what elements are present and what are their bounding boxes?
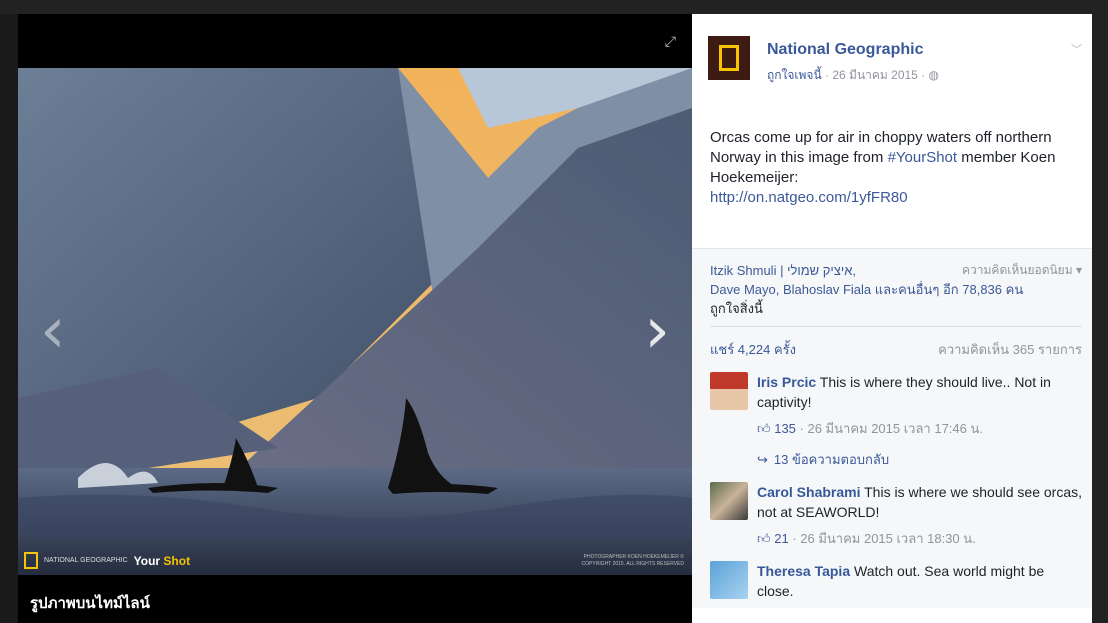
comment-author[interactable]: Carol Shabrami [757, 484, 860, 500]
comment-author[interactable]: Theresa Tapia [757, 563, 850, 579]
comment-text: Carol Shabrami This is where we should s… [757, 482, 1082, 522]
liker-names-first[interactable]: Itzik Shmuli | איציק שמולי, [710, 261, 856, 280]
like-this-label: ถูกใจสิ่งนี้ [710, 301, 763, 316]
divider [710, 326, 1082, 327]
comment-text: Theresa Tapia Watch out. Sea world might… [757, 561, 1082, 601]
hashtag-link[interactable]: #YourShot [888, 149, 958, 166]
reply-arrow-icon: ↪ [757, 452, 768, 467]
post-body: Orcas come up for air in choppy waters o… [692, 86, 1092, 248]
post-date[interactable]: · 26 มีนาคม 2015 · [825, 68, 925, 82]
photo-illustration [18, 68, 692, 588]
chevron-left-icon[interactable]: ‹ [40, 299, 66, 363]
comment-time[interactable]: · 26 มีนาคม 2015 เวลา 17:46 น. [800, 421, 983, 436]
chevron-down-icon[interactable]: ﹀ [1071, 41, 1082, 57]
share-count[interactable]: แชร์ 4,224 ครั้ง [710, 339, 796, 360]
orca-photo [18, 68, 692, 588]
likers-row: Itzik Shmuli | איציק שמולי, ความคิดเห็นย… [710, 261, 1082, 280]
comment-meta: 👍︎ 135 · 26 มีนาคม 2015 เวลา 17:46 น. [757, 418, 1082, 439]
comment-text: Iris Prcic This is where they should liv… [757, 372, 1082, 412]
photo-copyright: PHOTOGRAPHER KOEN HOEKEMEIJER © COPYRIGH… [581, 554, 684, 567]
post-header: National Geographic ถูกใจเพจนี้ · 26 มีน… [692, 14, 1092, 86]
thumbs-up-icon[interactable]: 👍︎ [757, 531, 771, 546]
caption-bar: รูปภาพบนไทม์ไลน์ [18, 575, 692, 623]
chevron-right-icon[interactable]: › [644, 299, 670, 363]
comment-like-count[interactable]: 21 [774, 531, 788, 546]
post-url-link[interactable]: http://on.natgeo.com/1yfFR80 [710, 189, 908, 206]
avatar[interactable] [710, 372, 748, 410]
natgeo-mini-logo-icon [24, 552, 38, 569]
likers-more: Dave Mayo, Blahoslav Fiala และคนอื่นๆ อี… [710, 280, 1082, 318]
reactions-section: Itzik Shmuli | איציק שמולי, ความคิดเห็นย… [692, 248, 1092, 608]
liker-names-rest[interactable]: Dave Mayo, Blahoslav Fiala [710, 282, 871, 297]
watermark-shot: Shot [163, 553, 191, 568]
photo-caption: รูปภาพบนไทม์ไลน์ [30, 595, 150, 612]
comment-time[interactable]: · 26 มีนาคม 2015 เวลา 18:30 น. [792, 531, 975, 546]
post-panel: National Geographic ถูกใจเพจนี้ · 26 มีน… [692, 14, 1092, 623]
natgeo-logo-icon [719, 45, 739, 71]
photo-viewer: ⤢ ‹ › NATIONAL GEOGRAPHIC Your Shot PHOT… [18, 14, 692, 623]
thumbs-up-icon[interactable]: 👍︎ [757, 421, 771, 436]
comment-item: Theresa Tapia Watch out. Sea world might… [710, 561, 1082, 601]
counts-row: แชร์ 4,224 ครั้ง ความคิดเห็น 365 รายการ [710, 335, 1082, 364]
page-avatar[interactable] [708, 36, 750, 80]
watermark-brand: NATIONAL GEOGRAPHIC [44, 557, 128, 564]
top-comments-label: ความคิดเห็นยอดนิยม [962, 263, 1073, 277]
comment-like-count[interactable]: 135 [774, 421, 796, 436]
comment-meta: 👍︎ 21 · 26 มีนาคม 2015 เวลา 18:30 น. [757, 528, 1082, 549]
right-edge-strip [1092, 14, 1108, 623]
expand-icon[interactable]: ⤢ [665, 34, 676, 50]
watermark-your: Your [133, 553, 161, 568]
avatar[interactable] [710, 561, 748, 599]
dropdown-caret-icon: ▾ [1075, 263, 1082, 277]
dimmed-background [0, 0, 1108, 14]
post-meta: ถูกใจเพจนี้ · 26 มีนาคม 2015 · ◍ [767, 66, 939, 85]
liked-page-label[interactable]: ถูกใจเพจนี้ [767, 68, 822, 82]
page-name-link[interactable]: National Geographic [767, 41, 923, 59]
comment-item: Carol Shabrami This is where we should s… [710, 482, 1082, 549]
yourshot-watermark: NATIONAL GEOGRAPHIC Your Shot [24, 552, 190, 569]
top-comments-dropdown[interactable]: ความคิดเห็นยอดนิยม ▾ [962, 261, 1082, 280]
replies-count: 13 ข้อความตอบกลับ [773, 452, 890, 467]
others-like-count[interactable]: และคนอื่นๆ อีก 78,836 คน [875, 282, 1023, 297]
view-replies-link[interactable]: ↪ 13 ข้อความตอบกลับ [757, 449, 1082, 470]
globe-icon: ◍ [928, 68, 940, 82]
comment-count[interactable]: ความคิดเห็น 365 รายการ [938, 339, 1082, 360]
comment-item: Iris Prcic This is where they should liv… [710, 372, 1082, 470]
comment-author[interactable]: Iris Prcic [757, 374, 816, 390]
avatar[interactable] [710, 482, 748, 520]
